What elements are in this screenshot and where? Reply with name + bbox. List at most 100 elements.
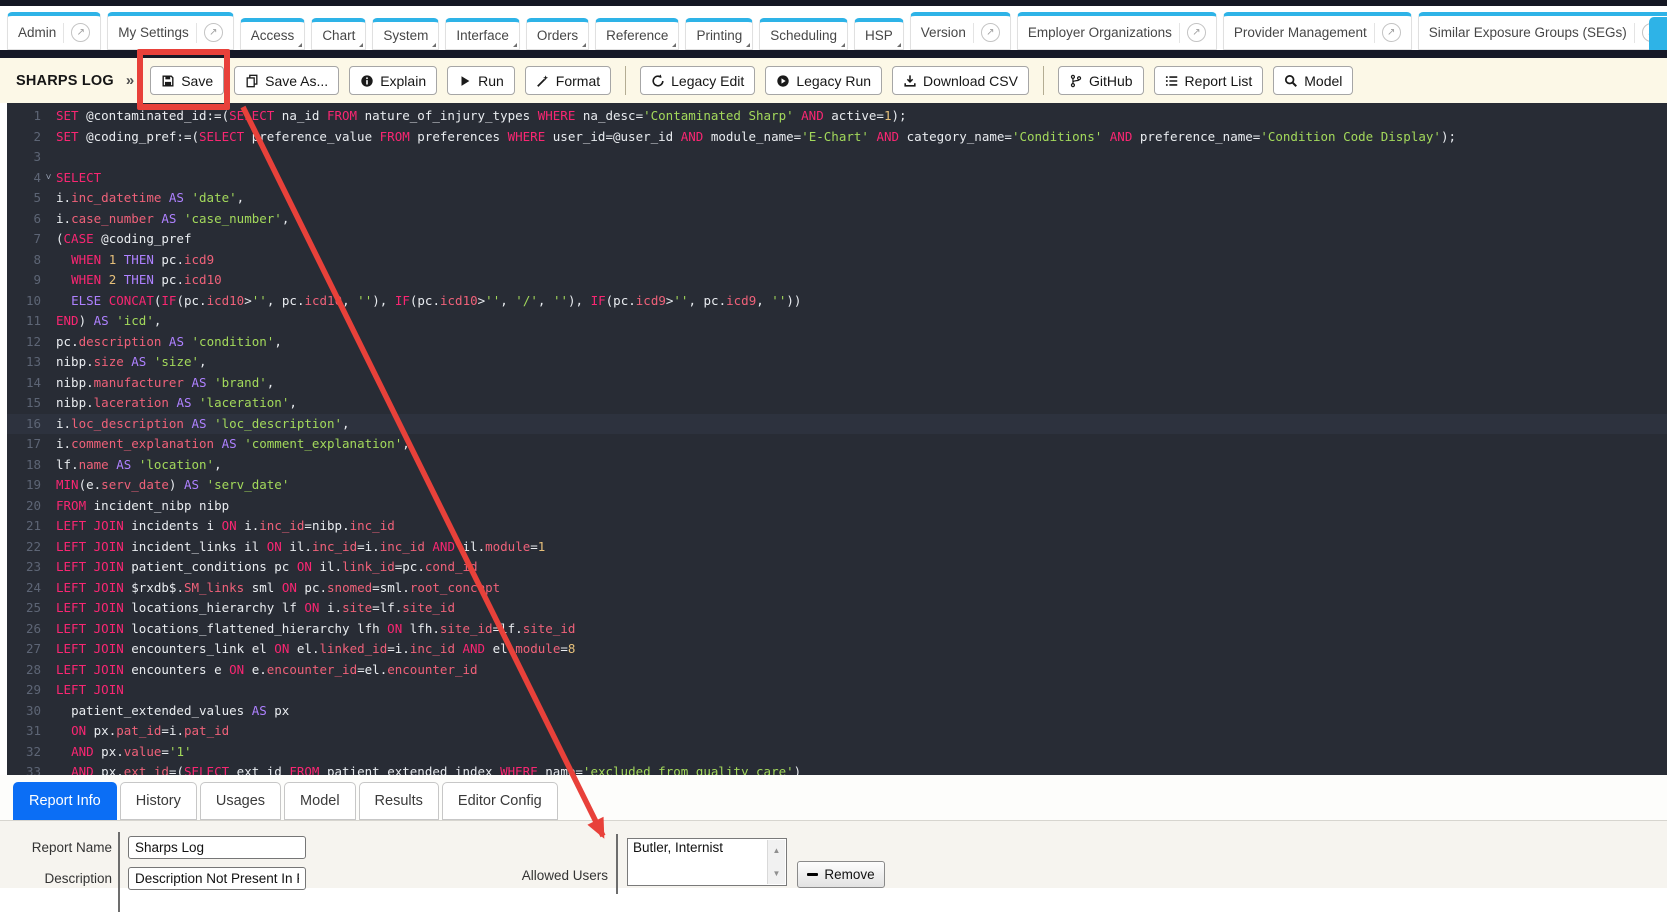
nav-tab-provider-management[interactable]: Provider Management ↗: [1223, 12, 1412, 50]
fold-caret-icon[interactable]: ˅: [41, 168, 56, 189]
editor-line[interactable]: 19MIN(e.serv_date) AS 'serv_date': [7, 475, 1667, 496]
nav-tab-chart[interactable]: Chart: [311, 18, 366, 50]
nav-tab-reference[interactable]: Reference: [595, 18, 679, 50]
nav-tab-label: Provider Management: [1234, 25, 1367, 40]
nav-tab-interface[interactable]: Interface: [445, 18, 520, 50]
explain-button[interactable]: Explain: [349, 66, 437, 95]
dropdown-caret-icon: [897, 43, 901, 47]
editor-line[interactable]: 15nibp.laceration AS 'laceration',: [7, 393, 1667, 414]
editor-line[interactable]: 20FROM incident_nibp nibp: [7, 496, 1667, 517]
editor-line[interactable]: 11END) AS 'icd',: [7, 311, 1667, 332]
editor-line[interactable]: 24LEFT JOIN $rxdb$.SM_links sml ON pc.sn…: [7, 578, 1667, 599]
scroll-up-icon[interactable]: ▲: [768, 840, 785, 861]
open-new-window-icon[interactable]: ↗: [981, 23, 1000, 42]
allowed-user-option[interactable]: Butler, Internist: [628, 839, 786, 856]
legacy-run-button[interactable]: Legacy Run: [765, 66, 882, 95]
save-as-button[interactable]: Save As...: [234, 66, 339, 95]
editor-line[interactable]: 18lf.name AS 'location',: [7, 455, 1667, 476]
save-button[interactable]: Save: [150, 66, 224, 95]
editor-line[interactable]: 12pc.description AS 'condition',: [7, 332, 1667, 353]
editor-line[interactable]: 29LEFT JOIN: [7, 680, 1667, 701]
nav-tab-my-settings[interactable]: My Settings ↗: [107, 12, 234, 50]
nav-tab-similar-exposure-groups-segs[interactable]: Similar Exposure Groups (SEGs)↗: [1418, 12, 1667, 50]
button-label: Legacy Run: [796, 73, 871, 89]
nav-tab-printing[interactable]: Printing: [685, 18, 753, 50]
code-text: LEFT JOIN incidents i ON i.inc_id=nibp.i…: [56, 516, 1667, 537]
tab-editor-config[interactable]: Editor Config: [442, 782, 558, 820]
run-button[interactable]: Run: [447, 66, 515, 95]
editor-line[interactable]: 28LEFT JOIN encounters e ON e.encounter_…: [7, 660, 1667, 681]
line-number: 23: [7, 557, 41, 578]
editor-line[interactable]: 22LEFT JOIN incident_links il ON il.inc_…: [7, 537, 1667, 558]
editor-line[interactable]: 31 ON px.pat_id=i.pat_id: [7, 721, 1667, 742]
editor-line[interactable]: 26LEFT JOIN locations_flattened_hierarch…: [7, 619, 1667, 640]
nav-tab-access[interactable]: Access: [240, 18, 306, 50]
tab-usages[interactable]: Usages: [200, 782, 281, 820]
bottom-tab-bar: Report InfoHistoryUsagesModelResultsEdit…: [0, 775, 1667, 821]
nav-tab-label: Similar Exposure Groups (SEGs): [1429, 25, 1627, 40]
legacy-edit-button[interactable]: Legacy Edit: [640, 66, 755, 95]
open-new-window-icon[interactable]: ↗: [204, 23, 223, 42]
editor-line[interactable]: 30 patient_extended_values AS px: [7, 701, 1667, 722]
open-new-window-icon[interactable]: ↗: [71, 23, 90, 42]
editor-line[interactable]: 27LEFT JOIN encounters_link el ON el.lin…: [7, 639, 1667, 660]
editor-line[interactable]: 6i.case_number AS 'case_number',: [7, 209, 1667, 230]
nav-tab-label: Orders: [537, 28, 578, 43]
editor-line[interactable]: 3: [7, 147, 1667, 168]
tab-report-info[interactable]: Report Info: [13, 782, 117, 820]
nav-tab-label: Printing: [696, 28, 742, 43]
open-new-window-icon[interactable]: ↗: [1382, 23, 1401, 42]
editor-line[interactable]: 5i.inc_datetime AS 'date',: [7, 188, 1667, 209]
line-number: 21: [7, 516, 41, 537]
tab-results[interactable]: Results: [359, 782, 439, 820]
nav-tab-version[interactable]: Version↗: [910, 12, 1011, 50]
nav-tab-label: My Settings: [118, 25, 189, 40]
editor-line[interactable]: 16i.loc_description AS 'loc_description'…: [7, 414, 1667, 435]
remove-user-button[interactable]: Remove: [797, 861, 885, 888]
allowed-users-listbox[interactable]: Butler, Internist ▲ ▼: [627, 838, 787, 886]
tab-history[interactable]: History: [120, 782, 197, 820]
open-new-window-icon[interactable]: ↗: [1187, 23, 1206, 42]
nav-tab-system[interactable]: System: [372, 18, 439, 50]
listbox-scrollbar[interactable]: ▲ ▼: [767, 840, 785, 884]
editor-line[interactable]: 25LEFT JOIN locations_hierarchy lf ON i.…: [7, 598, 1667, 619]
line-number: 2: [7, 127, 41, 148]
model-button[interactable]: Model: [1273, 66, 1353, 95]
editor-line[interactable]: 17i.comment_explanation AS 'comment_expl…: [7, 434, 1667, 455]
tab-separator: [1634, 23, 1635, 43]
description-input[interactable]: [128, 867, 306, 890]
fold-gutter: [41, 147, 56, 168]
tab-model[interactable]: Model: [284, 782, 356, 820]
nav-tab-employer-organizations[interactable]: Employer Organizations↗: [1017, 12, 1217, 50]
editor-line[interactable]: 2SET @coding_pref:=(SELECT preference_va…: [7, 127, 1667, 148]
sql-code-editor[interactable]: 1SET @contaminated_id:=(SELECT na_id FRO…: [7, 103, 1667, 775]
editor-line[interactable]: 9 WHEN 2 THEN pc.icd10: [7, 270, 1667, 291]
editor-line[interactable]: 7(CASE @coding_pref: [7, 229, 1667, 250]
code-text: LEFT JOIN incident_links il ON il.inc_id…: [56, 537, 1667, 558]
nav-tab-label: Admin: [18, 25, 56, 40]
editor-line[interactable]: 21 LEFT JOIN incidents i ON i.inc_id=nibp…: [7, 516, 1667, 537]
download-csv-button[interactable]: Download CSV: [892, 66, 1029, 95]
editor-line[interactable]: 1SET @contaminated_id:=(SELECT na_id FRO…: [7, 106, 1667, 127]
editor-line[interactable]: 10 ELSE CONCAT(IF(pc.icd10>'', pc.icd10,…: [7, 291, 1667, 312]
nav-tab-partial[interactable]: [1649, 17, 1667, 50]
editor-line[interactable]: 14nibp.manufacturer AS 'brand',: [7, 373, 1667, 394]
editor-line[interactable]: 33 AND px.ext_id=(SELECT ext_id FROM pat…: [7, 762, 1667, 775]
bottom-panel: Report InfoHistoryUsagesModelResultsEdit…: [0, 775, 1667, 888]
report-list-button[interactable]: Report List: [1154, 66, 1264, 95]
editor-line[interactable]: 8 WHEN 1 THEN pc.icd9: [7, 250, 1667, 271]
report-name-input[interactable]: [128, 836, 306, 859]
nav-tab-scheduling[interactable]: Scheduling: [759, 18, 848, 50]
code-text: LEFT JOIN encounters_link el ON el.linke…: [56, 639, 1667, 660]
nav-tab-orders[interactable]: Orders: [526, 18, 589, 50]
github-button[interactable]: GitHub: [1058, 66, 1144, 95]
format-button[interactable]: Format: [525, 66, 611, 95]
editor-line[interactable]: 32 AND px.value='1': [7, 742, 1667, 763]
editor-line[interactable]: 4˅SELECT: [7, 168, 1667, 189]
nav-tab-admin[interactable]: Admin ↗: [7, 12, 101, 50]
fold-gutter: [41, 270, 56, 291]
nav-tab-hsp[interactable]: HSP: [854, 18, 904, 50]
editor-line[interactable]: 13nibp.size AS 'size',: [7, 352, 1667, 373]
editor-line[interactable]: 23LEFT JOIN patient_conditions pc ON il.…: [7, 557, 1667, 578]
scroll-down-icon[interactable]: ▼: [768, 863, 785, 884]
